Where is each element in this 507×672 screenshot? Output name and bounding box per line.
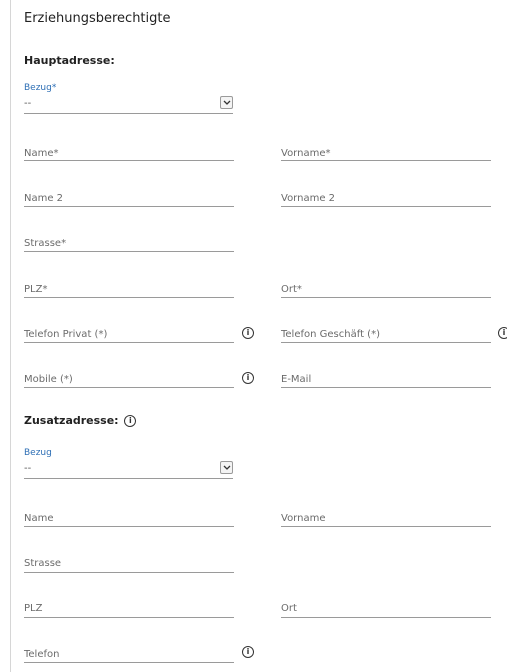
- vorname2-field[interactable]: [281, 206, 491, 207]
- zusatz-vorname-field-label: Vorname: [281, 513, 326, 524]
- zusatz-plz-field-label: PLZ: [24, 603, 43, 614]
- bezug-select[interactable]: [24, 113, 233, 114]
- mobile-field-label: Mobile (*): [24, 374, 73, 385]
- zusatz-strasse-field[interactable]: [24, 572, 234, 573]
- ort-field-label: Ort*: [281, 284, 302, 295]
- zusatz-bezug-select[interactable]: [24, 478, 233, 479]
- page-title: Erziehungsberechtigte: [24, 11, 171, 26]
- section-title-hauptadresse: Hauptadresse:: [24, 54, 115, 67]
- vorname-field-label: Vorname*: [281, 148, 331, 159]
- zusatz-bezug-select-value[interactable]: --: [24, 463, 31, 474]
- zusatz-strasse-field-label: Strasse: [24, 558, 62, 569]
- info-icon[interactable]: i: [242, 327, 254, 339]
- chevron-down-icon: [223, 465, 231, 470]
- zusatz-telefon-field-label: Telefon: [24, 649, 60, 660]
- ort-field[interactable]: [281, 297, 491, 298]
- zusatz-ort-field[interactable]: [281, 617, 491, 618]
- name-field[interactable]: [24, 160, 234, 161]
- bezug-dropdown-button[interactable]: [220, 96, 233, 109]
- section-title-zusatzadresse: Zusatzadresse: i: [24, 414, 137, 427]
- info-icon[interactable]: i: [124, 415, 137, 427]
- vorname2-field-label: Vorname 2: [281, 193, 336, 204]
- vorname-field[interactable]: [281, 160, 491, 161]
- info-icon[interactable]: i: [498, 327, 507, 339]
- zusatz-bezug-dropdown-button[interactable]: [220, 461, 233, 474]
- plz-field-label: PLZ*: [24, 284, 48, 295]
- bezug-label: Bezug*: [24, 83, 57, 93]
- zusatz-vorname-field[interactable]: [281, 526, 491, 527]
- info-icon[interactable]: i: [242, 372, 254, 384]
- plz-field[interactable]: [24, 297, 234, 298]
- left-border: [10, 0, 11, 672]
- zusatz-name-field-label: Name: [24, 513, 54, 524]
- email-field-label: E-Mail: [281, 374, 312, 385]
- telefon-privat-field-label: Telefon Privat (*): [24, 329, 108, 340]
- name2-field[interactable]: [24, 206, 234, 207]
- zusatz-plz-field[interactable]: [24, 617, 234, 618]
- strasse-field[interactable]: [24, 251, 234, 252]
- strasse-field-label: Strasse*: [24, 238, 67, 249]
- zusatz-ort-field-label: Ort: [281, 603, 297, 614]
- email-field[interactable]: [281, 387, 491, 388]
- telefon-privat-field[interactable]: [24, 342, 234, 343]
- zusatz-name-field[interactable]: [24, 526, 234, 527]
- telefon-geschaeft-field-label: Telefon Geschäft (*): [281, 329, 380, 340]
- telefon-geschaeft-field[interactable]: [281, 342, 491, 343]
- info-icon[interactable]: i: [242, 646, 254, 658]
- zusatzadresse-title: Zusatzadresse:: [24, 414, 119, 427]
- zusatz-bezug-label: Bezug: [24, 448, 52, 458]
- bezug-select-value[interactable]: --: [24, 98, 31, 109]
- name2-field-label: Name 2: [24, 193, 64, 204]
- mobile-field[interactable]: [24, 387, 234, 388]
- zusatz-telefon-field[interactable]: [24, 662, 234, 663]
- name-field-label: Name*: [24, 148, 59, 159]
- chevron-down-icon: [223, 100, 231, 105]
